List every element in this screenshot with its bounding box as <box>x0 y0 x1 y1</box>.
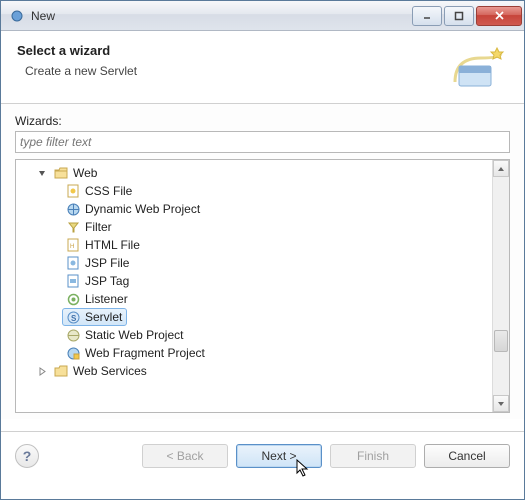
filter-icon <box>65 219 81 235</box>
scroll-down-button[interactable] <box>493 395 509 412</box>
minimize-button[interactable] <box>412 6 442 26</box>
tree-item-jsp-tag[interactable]: JSP Tag <box>18 272 490 290</box>
cancel-button[interactable]: Cancel <box>424 444 510 468</box>
tree-item-servlet[interactable]: S Servlet <box>18 308 490 326</box>
window-title: New <box>31 9 55 23</box>
listener-icon <box>65 291 81 307</box>
globe-icon <box>65 201 81 217</box>
vertical-scrollbar[interactable] <box>492 160 509 412</box>
wizard-body: Wizards: Web CSS File <box>1 104 524 419</box>
back-button: < Back <box>142 444 228 468</box>
tree-item-static-web-project[interactable]: Static Web Project <box>18 326 490 344</box>
tree-item-css-file[interactable]: CSS File <box>18 182 490 200</box>
filter-input[interactable] <box>15 131 510 153</box>
tree-item-listener[interactable]: Listener <box>18 290 490 308</box>
scroll-track[interactable] <box>493 177 509 395</box>
filter-label: Wizards: <box>15 114 510 128</box>
wizard-banner-icon <box>448 43 508 93</box>
tree-label: Filter <box>85 220 112 234</box>
titlebar: New <box>1 1 524 31</box>
finish-button: Finish <box>330 444 416 468</box>
tree-item-filter[interactable]: Filter <box>18 218 490 236</box>
expand-icon[interactable] <box>36 365 48 377</box>
jsp-file-icon <box>65 255 81 271</box>
tree-label: Servlet <box>85 310 122 324</box>
close-button[interactable] <box>476 6 522 26</box>
tree-label: Web Services <box>73 364 147 378</box>
svg-text:S: S <box>71 314 77 323</box>
tree-item-html-file[interactable]: H HTML File <box>18 236 490 254</box>
scroll-thumb[interactable] <box>494 330 508 352</box>
folder-open-icon <box>53 165 69 181</box>
help-icon: ? <box>23 448 32 464</box>
tree-label: HTML File <box>85 238 140 252</box>
tree-label: JSP File <box>85 256 129 270</box>
css-file-icon <box>65 183 81 199</box>
tree-label: JSP Tag <box>85 274 129 288</box>
wizard-tree[interactable]: Web CSS File Dynamic Web Project Filter <box>15 159 510 413</box>
tree-label: Listener <box>85 292 128 306</box>
window-icon <box>9 8 25 24</box>
html-file-icon: H <box>65 237 81 253</box>
page-title: Select a wizard <box>17 43 448 58</box>
tree-label: Web <box>73 166 97 180</box>
globe-fragment-icon <box>65 345 81 361</box>
tree-item-jsp-file[interactable]: JSP File <box>18 254 490 272</box>
tree-folder-web-services[interactable]: Web Services <box>18 362 490 380</box>
next-button[interactable]: Next > <box>236 444 322 468</box>
page-subtitle: Create a new Servlet <box>25 64 448 78</box>
globe-static-icon <box>65 327 81 343</box>
tree-folder-web[interactable]: Web <box>18 164 490 182</box>
button-bar: ? < Back Next > Finish Cancel <box>1 432 524 480</box>
maximize-button[interactable] <box>444 6 474 26</box>
collapse-icon[interactable] <box>36 167 48 179</box>
help-button[interactable]: ? <box>15 444 39 468</box>
tree-label: Dynamic Web Project <box>85 202 200 216</box>
tree-label: CSS File <box>85 184 132 198</box>
svg-text:H: H <box>70 244 74 250</box>
jsp-tag-icon <box>65 273 81 289</box>
servlet-icon: S <box>65 309 81 325</box>
scroll-up-button[interactable] <box>493 160 509 177</box>
tree-label: Static Web Project <box>85 328 183 342</box>
tree-item-dynamic-web-project[interactable]: Dynamic Web Project <box>18 200 490 218</box>
wizard-header: Select a wizard Create a new Servlet <box>1 31 524 104</box>
tree-label: Web Fragment Project <box>85 346 205 360</box>
folder-icon <box>53 363 69 379</box>
tree-item-web-fragment-project[interactable]: Web Fragment Project <box>18 344 490 362</box>
